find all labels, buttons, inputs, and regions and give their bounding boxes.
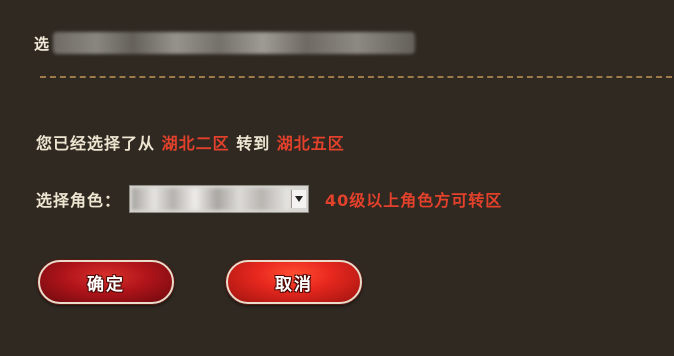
panel-title-blurred	[53, 32, 416, 54]
from-server-name: 湖北二区	[161, 134, 230, 153]
role-level-note: 40级以上角色方可转区	[325, 191, 503, 210]
role-label: 选择角色：	[36, 191, 122, 210]
role-row: 选择角色： 40级以上角色方可转区	[36, 184, 502, 214]
panel-title-initial: 选	[34, 34, 50, 53]
to-server-name: 湖北五区	[276, 134, 345, 153]
panel-header: 选	[34, 30, 416, 56]
cancel-button-label: 取消	[275, 274, 313, 295]
confirm-button[interactable]: 确定	[38, 260, 174, 304]
role-select-value-blurred	[132, 188, 291, 210]
role-select[interactable]	[129, 185, 310, 213]
transfer-panel: 选 您已经选择了从 湖北二区 转到 湖北五区 选择角色： 40级以上角色方可转区…	[0, 0, 674, 356]
transfer-info: 您已经选择了从 湖北二区 转到 湖北五区	[36, 130, 345, 154]
cancel-button[interactable]: 取消	[226, 260, 362, 304]
chevron-down-icon[interactable]	[291, 190, 307, 208]
confirm-button-label: 确定	[87, 274, 125, 295]
transfer-prefix-text: 您已经选择了从	[36, 134, 156, 153]
transfer-middle-text: 转到	[236, 134, 271, 153]
dashed-divider	[40, 76, 672, 78]
